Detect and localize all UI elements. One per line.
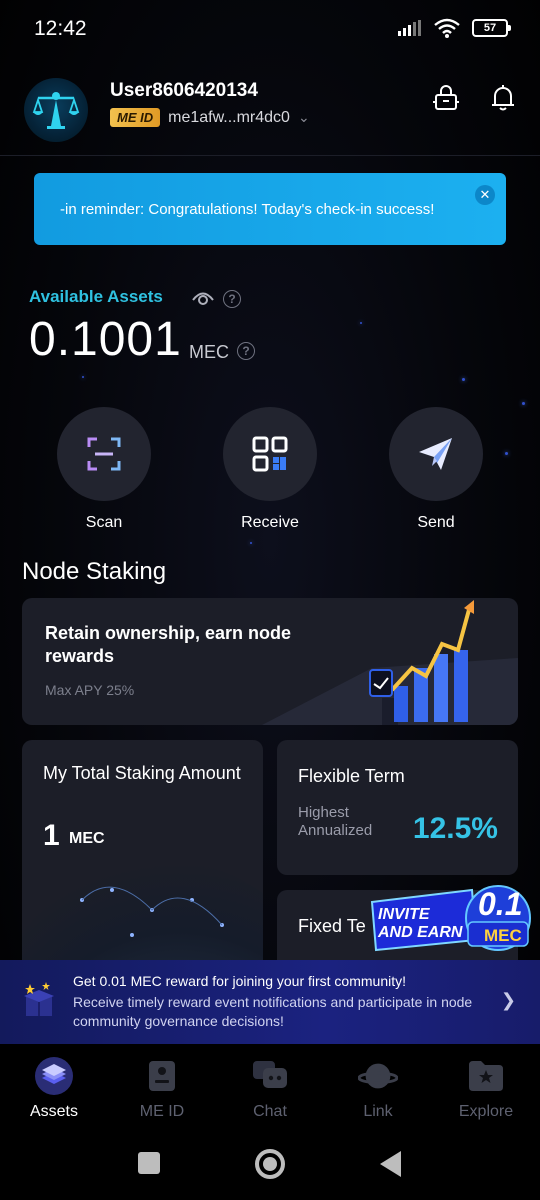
community-reward-bar[interactable]: Get 0.01 MEC reward for joining your fir… [0,960,540,1044]
background-star [360,322,362,324]
folder-star-icon [466,1056,506,1096]
paper-plane-icon [419,438,452,470]
banner-text: -in reminder: Congratulations! Today's c… [60,200,435,218]
invite-line1: INVITE [378,906,430,923]
nav-label-assets: Assets [29,1103,78,1120]
scan-button-circle [57,407,151,501]
invite-line2: AND EARN [378,924,463,941]
nav-label-link: Link [363,1103,393,1120]
flexible-apy-value: 12.5% [412,812,498,845]
nav-item-explore[interactable]: Explore [436,1056,536,1121]
invite-amount: 0.1 [478,886,523,922]
scales-logo-icon [32,92,80,129]
receive-button-circle [223,407,317,501]
nav-label-explore: Explore [458,1103,514,1120]
assets-icon [34,1056,74,1096]
scan-label: Scan [85,514,123,531]
help-icon[interactable]: ? [237,342,255,360]
eye-icon[interactable] [192,289,214,307]
chevron-right-icon[interactable]: ❯ [501,990,516,1011]
home-icon[interactable] [255,1149,285,1179]
balance-unit: MEC [189,342,229,362]
chat-bubble-icon [250,1056,290,1096]
address-row[interactable]: ME ID me1afw...mr4dc0 ⌄ [110,108,310,127]
nav-label-chat: Chat [253,1103,287,1120]
nav-label-me-id: ME ID [139,1103,185,1120]
available-assets-label: Available Assets [29,287,163,306]
growth-chart-illustration-icon [262,600,518,725]
send-button[interactable]: Send [389,407,483,532]
system-nav-bar [0,1130,540,1200]
status-time: 12:42 [34,17,87,40]
nav-item-me-id[interactable]: ME ID [112,1056,212,1121]
flexible-term-card[interactable]: Flexible Term Highest Annualized 12.5% [277,740,518,875]
staking-amount: 1 [43,819,60,852]
hero-subtitle: Max APY 25% [45,682,135,698]
flexible-term-title: Flexible Term [298,766,405,786]
status-bar: 12:42 57 [0,0,540,60]
invite-text: INVITE AND EARN [378,906,462,942]
send-label: Send [417,514,455,531]
close-icon[interactable]: ✕ [475,185,495,205]
battery-icon: 57 [472,19,511,37]
planet-icon [358,1056,398,1096]
section-title-node-staking: Node Staking [22,558,167,585]
bell-icon[interactable] [489,84,517,112]
id-card-icon [142,1056,182,1096]
back-icon[interactable] [380,1151,402,1177]
bottom-nav: Assets ME ID Chat Link Explore [0,1044,540,1130]
help-icon[interactable]: ? [223,290,241,308]
community-title: Get 0.01 MEC reward for joining your fir… [73,973,407,989]
username: User8606420134 [110,80,258,101]
lock-icon[interactable] [432,84,460,112]
flexible-apy-label: Highest Annualized [298,804,373,839]
background-star [522,402,525,405]
signal-icon [398,20,421,36]
checkin-banner[interactable]: -in reminder: Congratulations! Today's c… [34,173,506,245]
recent-apps-icon[interactable] [138,1152,160,1174]
avatar[interactable] [24,78,88,142]
receive-label: Receive [241,514,299,531]
staking-unit: MEC [69,830,105,847]
qr-code-icon [252,436,288,472]
scan-icon [87,437,121,471]
nav-item-link[interactable]: Link [328,1056,428,1121]
background-star [250,542,252,544]
status-icons: 57 [398,18,511,38]
send-button-circle [389,407,483,501]
wallet-address: me1afw...mr4dc0 [168,108,290,126]
staking-hero-card[interactable]: Retain ownership, earn node rewards Max … [22,598,518,725]
balance-amount: 0.1001 [29,313,182,366]
invite-and-earn-badge[interactable]: INVITE AND EARN 0.1 MEC [368,880,532,956]
app-root: 12:42 57 User8606420134 ME ID me1afw...m… [0,0,540,1200]
invite-unit: MEC [484,926,522,945]
my-total-staking-title: My Total Staking Amount [43,763,241,783]
background-star [82,376,84,378]
background-star [505,452,508,455]
chevron-down-icon[interactable]: ⌄ [298,109,310,126]
me-id-badge: ME ID [110,108,161,127]
account-header: User8606420134 ME ID me1afw...mr4dc0 ⌄ [0,60,540,156]
fixed-term-title: Fixed Te [298,916,366,936]
receive-button[interactable]: Receive [223,407,317,532]
scan-button[interactable]: Scan [57,407,151,532]
my-total-staking-card[interactable]: My Total Staking Amount 1 MEC [22,740,263,970]
wifi-icon [434,18,460,38]
background-star [462,378,465,381]
nav-item-chat[interactable]: Chat [220,1056,320,1121]
globe-illustration-icon [22,860,263,970]
nav-item-assets[interactable]: Assets [4,1056,104,1121]
community-subtitle: Receive timely reward event notification… [73,994,473,1029]
gift-box-icon [24,982,54,1016]
